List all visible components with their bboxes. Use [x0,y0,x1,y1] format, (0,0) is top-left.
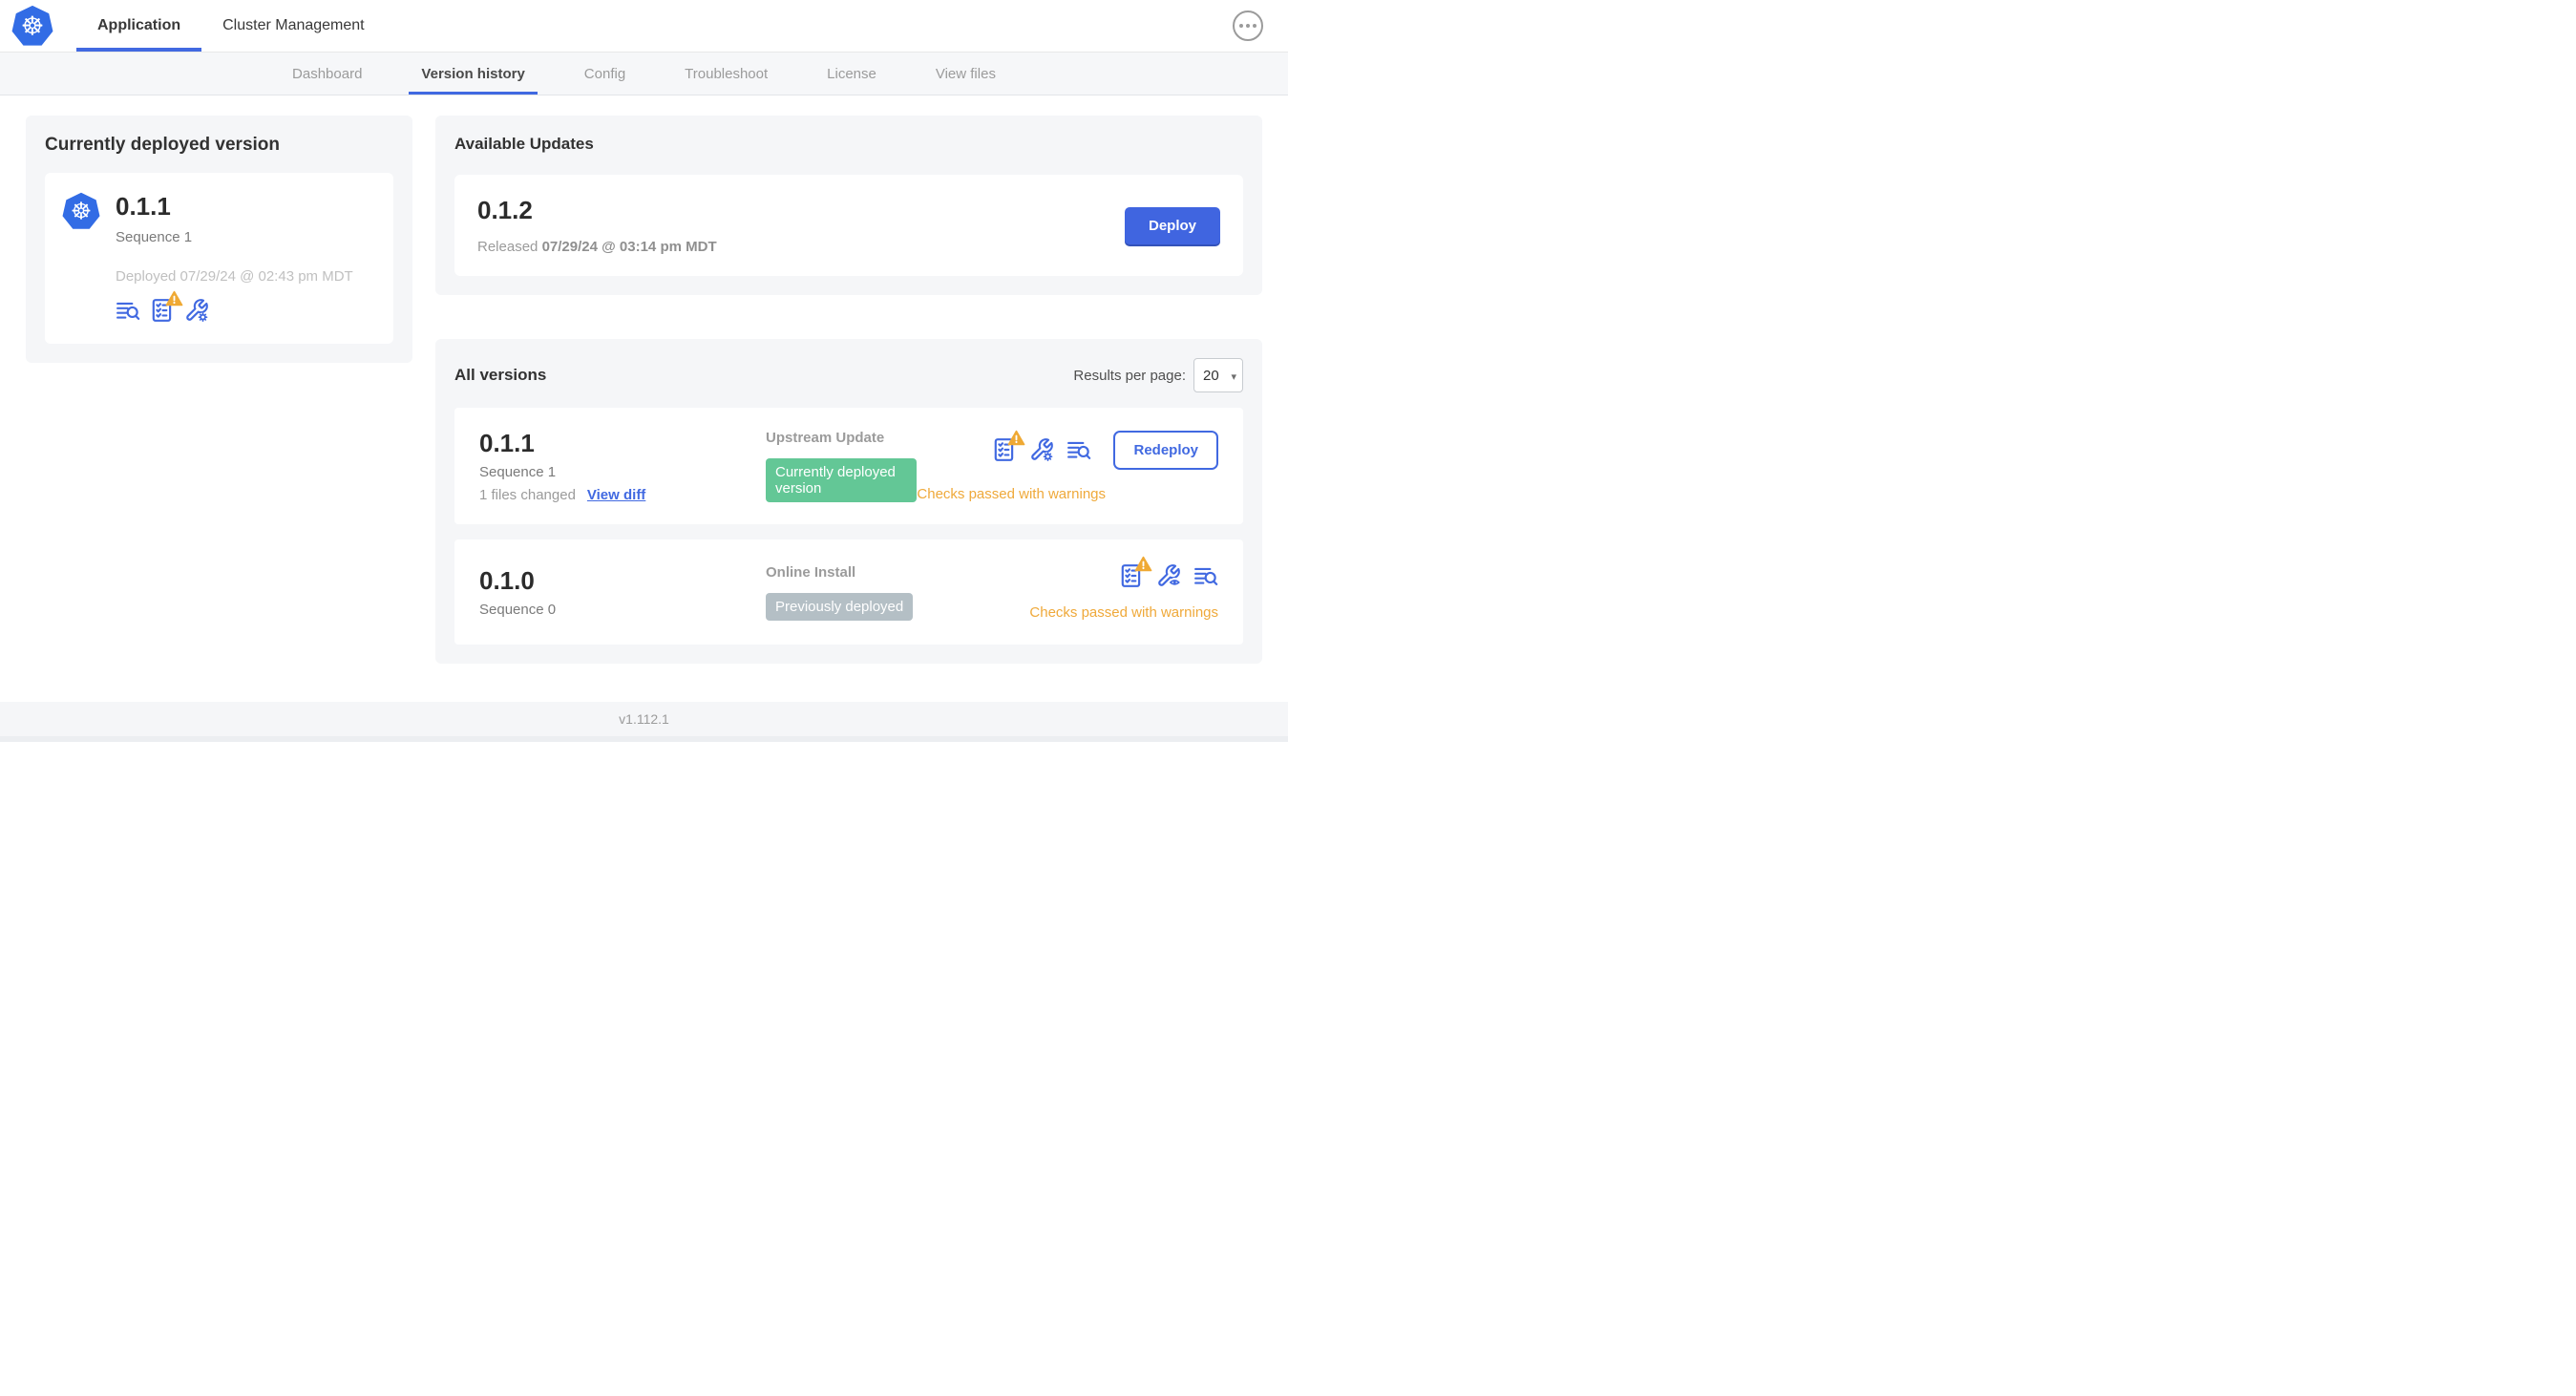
view-logs-icon[interactable] [1193,563,1218,588]
app-subnav: Dashboard Version history Config Trouble… [0,53,1288,95]
tab-config[interactable]: Config [555,53,655,95]
version-row-info: 0.1.0 Sequence 0 [479,566,766,618]
kubernetes-logo-icon: ☸ [11,5,53,47]
warning-triangle-icon [1134,556,1152,572]
checks-status-text[interactable]: Checks passed with warnings [1029,604,1218,621]
update-released-date: 07/29/24 @ 03:14 pm MDT [541,239,717,255]
more-options-button[interactable] [1233,11,1263,41]
version-row-0-1-0: 0.1.0 Sequence 0 Online Install Previous… [454,539,1243,645]
preflight-checks-warning-icon[interactable] [1119,556,1152,588]
header-tab-application-label: Application [97,17,181,33]
all-versions-title: All versions [454,366,547,384]
version-row-actions: Checks passed with warnings [1029,556,1218,621]
update-version-number: 0.1.2 [477,196,533,224]
deployed-version-number: 0.1.1 [116,192,171,221]
deployed-date: Deployed 07/29/24 @ 02:43 pm MDT [116,268,353,285]
actions-row [1119,556,1218,588]
update-released-line: Released 07/29/24 @ 03:14 pm MDT [477,239,717,255]
view-config-wrench-eye-icon[interactable] [1156,563,1181,588]
deployed-sequence: Sequence 1 [116,229,193,245]
tab-view-files[interactable]: View files [906,53,1025,95]
view-logs-icon[interactable] [116,298,140,323]
version-row-source: Upstream Update Currently deployed versi… [766,430,918,502]
preflight-checks-warning-icon[interactable] [150,290,183,323]
svg-text:☸: ☸ [21,11,44,41]
previously-deployed-badge: Previously deployed [766,592,914,621]
tab-troubleshoot[interactable]: Troubleshoot [655,53,797,95]
tab-license[interactable]: License [797,53,906,95]
deployed-version-panel: ☸ 0.1.1 Sequence 1 Deployed 07/29/24 @ 0… [45,173,393,344]
version-row-source: Online Install Previously deployed [766,564,1029,621]
version-row-0-1-1: 0.1.1 Sequence 1 1 files changed View di… [454,408,1243,524]
header-tab-cluster-management[interactable]: Cluster Management [201,0,386,52]
main-content: Currently deployed version ☸ 0.1.1 Seque… [0,95,1288,702]
results-per-page: Results per page: 20 ▾ [1073,358,1243,392]
row-version-number: 0.1.1 [479,429,535,457]
header-tab-cluster-management-label: Cluster Management [222,17,365,33]
currently-deployed-title: Currently deployed version [45,135,281,155]
source-label: Upstream Update [766,430,885,446]
files-changed-line: 1 files changed View diff [479,487,646,503]
actions-row: Redeploy [992,430,1218,470]
version-row-info: 0.1.1 Sequence 1 1 files changed View di… [479,429,766,503]
header-tab-application[interactable]: Application [76,0,202,52]
app-footer: v1.112.1 [0,702,1288,742]
deployed-icon-row [116,290,353,323]
row-version-number: 0.1.0 [479,566,535,595]
view-logs-icon[interactable] [1066,437,1091,462]
preflight-checks-warning-icon[interactable] [992,430,1025,462]
update-info: 0.1.2 Released 07/29/24 @ 03:14 pm MDT [477,196,717,255]
header-tabs: Application Cluster Management [76,0,386,52]
tab-dashboard[interactable]: Dashboard [263,53,391,95]
config-wrench-gear-icon[interactable] [1029,437,1054,462]
all-versions-header: All versions Results per page: 20 ▾ [454,358,1243,392]
row-sequence: Sequence 0 [479,602,557,618]
warning-triangle-icon [165,290,183,307]
kubernetes-app-icon: ☸ [62,192,100,323]
deploy-button[interactable]: Deploy [1124,206,1220,244]
warning-triangle-icon [1008,430,1025,446]
available-updates-card: Available Updates 0.1.2 Released 07/29/2… [435,116,1262,295]
view-diff-link[interactable]: View diff [587,487,645,503]
results-per-page-label: Results per page: [1073,367,1186,384]
available-updates-title: Available Updates [454,135,594,153]
ellipsis-icon [1239,24,1243,28]
redeploy-button[interactable]: Redeploy [1113,430,1218,470]
tab-version-history[interactable]: Version history [391,53,554,95]
deployed-version-info: 0.1.1 Sequence 1 Deployed 07/29/24 @ 02:… [116,192,353,323]
checks-status-text[interactable]: Checks passed with warnings [917,486,1218,502]
currently-deployed-badge: Currently deployed version [766,458,918,502]
console-version: v1.112.1 [619,711,669,727]
row-sequence: Sequence 1 [479,464,557,480]
version-row-actions: Redeploy Checks passed with warnings [917,430,1218,502]
currently-deployed-card: Currently deployed version ☸ 0.1.1 Seque… [26,116,412,363]
source-label: Online Install [766,563,856,581]
available-update-row: 0.1.2 Released 07/29/24 @ 03:14 pm MDT D… [454,175,1243,276]
all-versions-card: All versions Results per page: 20 ▾ 0.1.… [435,339,1262,664]
results-per-page-select[interactable]: 20 ▾ [1193,358,1243,392]
chevron-down-icon: ▾ [1231,371,1236,384]
right-column: Available Updates 0.1.2 Released 07/29/2… [435,116,1262,664]
config-wrench-gear-icon[interactable] [184,298,209,323]
svg-text:☸: ☸ [71,198,92,225]
app-header: ☸ Application Cluster Management [0,0,1288,53]
